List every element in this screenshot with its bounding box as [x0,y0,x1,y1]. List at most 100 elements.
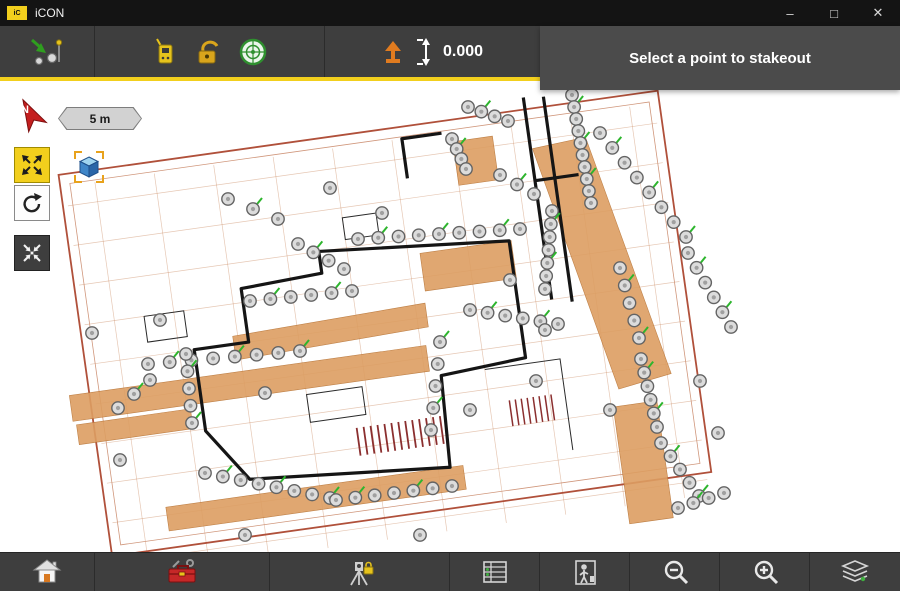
zoom-extents-button[interactable] [14,147,50,183]
survey-point[interactable] [655,437,667,449]
survey-point[interactable] [687,497,699,509]
stakeout-door-button[interactable] [540,553,630,591]
survey-point[interactable] [325,287,337,299]
survey-point[interactable] [716,306,728,318]
survey-point[interactable] [114,454,126,466]
survey-point[interactable] [272,213,284,225]
survey-point[interactable] [252,478,264,490]
survey-point[interactable] [648,407,660,419]
survey-point[interactable] [272,347,284,359]
survey-point[interactable] [392,230,404,242]
survey-point[interactable] [414,529,426,541]
survey-point[interactable] [338,263,350,275]
survey-point[interactable] [346,285,358,297]
survey-point[interactable] [349,491,361,503]
survey-point[interactable] [576,149,588,161]
center-view-button[interactable] [14,235,50,271]
survey-point[interactable] [578,161,590,173]
minimize-button[interactable]: – [768,0,812,26]
survey-point[interactable] [618,157,630,169]
survey-point[interactable] [672,502,684,514]
survey-point[interactable] [128,388,140,400]
survey-point[interactable] [631,171,643,183]
survey-point[interactable] [244,295,256,307]
survey-point[interactable] [514,223,526,235]
survey-point[interactable] [606,142,618,154]
survey-point[interactable] [680,231,692,243]
survey-point[interactable] [581,173,593,185]
survey-point[interactable] [264,293,276,305]
survey-point[interactable] [574,137,586,149]
survey-point[interactable] [407,484,419,496]
survey-point[interactable] [494,169,506,181]
survey-point[interactable] [460,163,472,175]
survey-point[interactable] [229,350,241,362]
survey-point[interactable] [306,488,318,500]
instrument-status-group[interactable] [95,26,325,77]
survey-point[interactable] [413,229,425,241]
survey-point[interactable] [425,424,437,436]
survey-point[interactable] [324,182,336,194]
survey-point[interactable] [446,480,458,492]
point-table-button[interactable] [450,553,540,591]
survey-point[interactable] [292,238,304,250]
survey-point[interactable] [376,207,388,219]
toolbox-button[interactable] [95,553,270,591]
survey-point[interactable] [543,231,555,243]
survey-point[interactable] [664,450,676,462]
survey-point[interactable] [434,336,446,348]
survey-point[interactable] [307,246,319,258]
survey-point[interactable] [494,224,506,236]
zoom-in-button[interactable] [720,553,810,591]
survey-point[interactable] [432,358,444,370]
survey-point[interactable] [352,233,364,245]
survey-point[interactable] [164,356,176,368]
survey-point[interactable] [633,332,645,344]
survey-point[interactable] [651,421,663,433]
survey-point[interactable] [499,309,511,321]
survey-point[interactable] [372,232,384,244]
rotate-view-button[interactable] [14,185,50,221]
survey-point[interactable] [542,244,554,256]
survey-point[interactable] [388,487,400,499]
survey-point[interactable] [368,489,380,501]
survey-point[interactable] [112,402,124,414]
survey-point[interactable] [552,318,564,330]
survey-point[interactable] [429,380,441,392]
map-canvas[interactable]: N 5 m [0,81,900,552]
survey-point[interactable] [540,270,552,282]
layers-button[interactable] [810,553,900,591]
survey-point[interactable] [708,291,720,303]
survey-point[interactable] [285,291,297,303]
survey-point[interactable] [144,374,156,386]
survey-point[interactable] [239,529,251,541]
survey-point[interactable] [699,276,711,288]
survey-point[interactable] [154,314,166,326]
survey-point[interactable] [473,225,485,237]
survey-point[interactable] [594,127,606,139]
survey-point[interactable] [683,477,695,489]
survey-point[interactable] [539,283,551,295]
survey-point[interactable] [572,125,584,137]
close-button[interactable]: ✕ [856,0,900,26]
survey-point[interactable] [635,353,647,365]
survey-point[interactable] [235,474,247,486]
survey-point[interactable] [433,228,445,240]
survey-point[interactable] [142,358,154,370]
survey-point[interactable] [725,321,737,333]
survey-point[interactable] [546,205,558,217]
survey-point[interactable] [530,375,542,387]
survey-point[interactable] [481,307,493,319]
survey-point[interactable] [427,402,439,414]
stakeout-mode-button[interactable] [0,26,95,77]
survey-point[interactable] [288,485,300,497]
survey-point[interactable] [643,186,655,198]
survey-point[interactable] [330,494,342,506]
survey-point[interactable] [623,297,635,309]
cad-drawing[interactable] [0,81,900,552]
survey-point[interactable] [674,463,686,475]
survey-point[interactable] [86,327,98,339]
survey-point[interactable] [217,470,229,482]
survey-point[interactable] [183,382,195,394]
survey-point[interactable] [528,188,540,200]
